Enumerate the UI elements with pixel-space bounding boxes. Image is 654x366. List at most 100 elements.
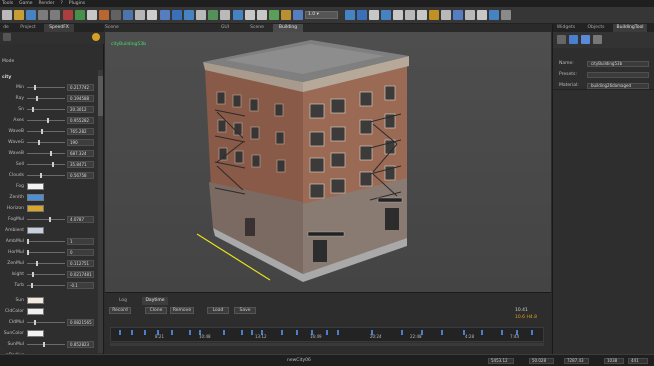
viewport-tab[interactable]: GUI [215, 24, 235, 32]
file-icon[interactable] [2, 10, 12, 20]
physics-icon[interactable] [369, 10, 379, 20]
slider-knob[interactable] [50, 151, 53, 156]
slider-knob[interactable] [37, 140, 40, 145]
param-value[interactable]: 20.3012 [67, 106, 94, 113]
right-tab[interactable]: BuildingTool [613, 24, 647, 32]
param-slider[interactable] [27, 241, 65, 242]
param-slider[interactable] [27, 142, 65, 143]
color-swatch[interactable] [27, 205, 44, 212]
timeline-track[interactable] [110, 327, 544, 342]
left-tab[interactable]: de [0, 24, 12, 32]
param-value[interactable]: -0.1 [67, 282, 94, 289]
brush-icon[interactable] [99, 10, 109, 20]
keyframe[interactable] [531, 330, 533, 335]
menu-item[interactable]: ? [61, 0, 63, 7]
slider-knob[interactable] [34, 320, 37, 325]
paste-icon[interactable] [87, 10, 97, 20]
keyframe[interactable] [441, 330, 443, 335]
camera-icon[interactable] [233, 10, 243, 20]
water-icon[interactable] [345, 10, 355, 20]
param-slider[interactable] [27, 344, 65, 345]
right-tab[interactable]: Objects [585, 24, 607, 32]
param-value[interactable]: 0.112751 [67, 260, 94, 267]
snap-icon[interactable] [220, 10, 230, 20]
param-slider[interactable] [27, 175, 65, 176]
render-icon[interactable] [381, 10, 391, 20]
slider-knob[interactable] [48, 217, 51, 222]
select-icon[interactable] [160, 10, 170, 20]
copy-icon[interactable] [75, 10, 85, 20]
keyframe[interactable] [131, 330, 133, 335]
fx-icon[interactable] [135, 10, 145, 20]
param-slider[interactable] [27, 98, 65, 99]
timeline-scrollbar[interactable] [110, 343, 544, 346]
link-icon[interactable] [123, 10, 133, 20]
load-button[interactable]: Load [207, 307, 229, 314]
stats-icon[interactable] [477, 10, 487, 20]
menu-item[interactable]: Game [19, 0, 32, 7]
slider-knob[interactable] [46, 118, 49, 123]
keyframe[interactable] [326, 330, 328, 335]
slider-knob[interactable] [34, 85, 37, 90]
keyframe[interactable] [251, 330, 253, 335]
color-swatch[interactable] [27, 183, 44, 190]
left-scrollbar[interactable] [98, 70, 103, 353]
debug-icon[interactable] [417, 10, 427, 20]
save-icon[interactable] [26, 10, 36, 20]
param-value[interactable]: 190 [67, 139, 94, 146]
help-icon[interactable] [441, 10, 451, 20]
color-swatch[interactable] [27, 227, 44, 234]
save-button[interactable]: Save [234, 307, 256, 314]
param-value[interactable]: 0.852823 [67, 341, 94, 348]
right-tab[interactable]: Widgets [555, 24, 577, 32]
param-value[interactable]: 0.56758 [67, 172, 94, 179]
help-icon[interactable] [92, 33, 100, 41]
info-icon[interactable] [465, 10, 475, 20]
param-value[interactable]: 0.955282 [67, 117, 94, 124]
settings-icon[interactable] [557, 35, 566, 44]
color-swatch[interactable] [27, 330, 44, 337]
param-slider[interactable] [27, 87, 65, 88]
slider-knob[interactable] [32, 272, 35, 277]
slider-knob[interactable] [39, 173, 42, 178]
clone-button[interactable]: Clone [145, 307, 167, 314]
color-swatch[interactable] [27, 194, 44, 201]
param-value[interactable]: 765.282 [67, 128, 94, 135]
param-slider[interactable] [27, 219, 65, 220]
slider-knob[interactable] [43, 342, 46, 347]
keyframe[interactable] [241, 330, 243, 335]
tree-icon[interactable] [593, 35, 602, 44]
wind-icon[interactable] [357, 10, 367, 20]
record-button[interactable]: Record [109, 307, 131, 314]
options-icon[interactable] [501, 10, 511, 20]
param-value[interactable]: 4.0787 [67, 216, 94, 223]
param-slider[interactable] [27, 131, 65, 132]
close-icon[interactable] [453, 10, 463, 20]
viewport-tab[interactable]: Building [273, 24, 303, 32]
param-slider[interactable] [27, 153, 65, 154]
param-value[interactable]: 0.0217481 [67, 271, 94, 278]
param-value[interactable]: 0.0821565 [67, 319, 94, 326]
slider-knob[interactable] [52, 162, 55, 167]
menu-item[interactable]: Plugins [69, 0, 85, 7]
remove-button[interactable]: Remove [170, 307, 194, 314]
keyframe[interactable] [281, 330, 283, 335]
move-icon[interactable] [172, 10, 182, 20]
slider-knob[interactable] [30, 283, 33, 288]
fullscreen-icon[interactable] [489, 10, 499, 20]
scroll-thumb[interactable] [98, 76, 103, 116]
left-tab[interactable]: SpeedFX [44, 24, 74, 32]
lock-icon[interactable] [257, 10, 267, 20]
keyframe[interactable] [119, 330, 121, 335]
layers-icon[interactable] [429, 10, 439, 20]
keyframe[interactable] [189, 330, 191, 335]
settings-icon[interactable] [147, 10, 157, 20]
slider-knob[interactable] [27, 250, 29, 255]
param-value[interactable]: 0 [67, 249, 94, 256]
viewport-tab[interactable]: Scene [245, 24, 269, 32]
play-icon[interactable] [269, 10, 279, 20]
text-icon[interactable] [245, 10, 255, 20]
field-input[interactable] [587, 72, 649, 78]
param-slider[interactable] [27, 252, 65, 253]
param-slider[interactable] [27, 285, 65, 286]
